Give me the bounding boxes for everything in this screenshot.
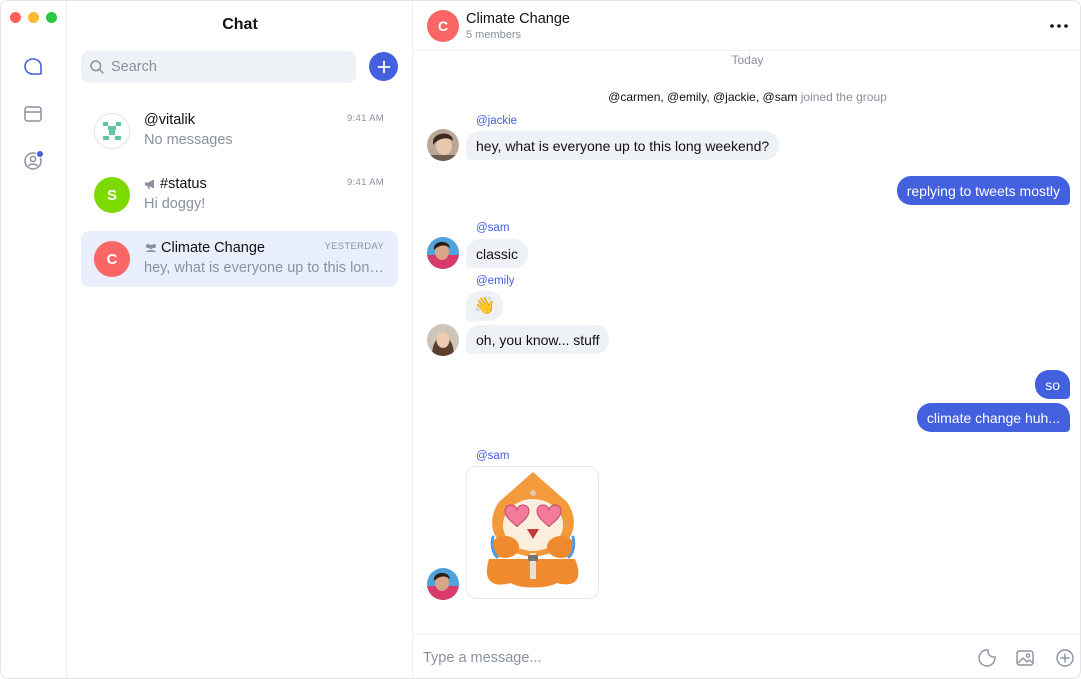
minimize-window-button[interactable] [28, 12, 39, 23]
avatar[interactable] [427, 129, 459, 161]
avatar[interactable] [427, 237, 459, 269]
chat-name: @vitalik [144, 112, 195, 128]
avatar [94, 113, 130, 149]
chat-list-panel: Chat Search @vitalik No messages 9:41 AM… [67, 1, 413, 678]
megaphone-icon [145, 179, 154, 189]
chat-name: #status [144, 176, 207, 192]
avatar: S [94, 177, 130, 213]
message-author[interactable]: @sam [476, 450, 509, 462]
search-input[interactable] [111, 59, 341, 75]
chat-name: Climate Change [144, 240, 265, 256]
sticker-button[interactable] [976, 647, 998, 669]
chat-app-window: Chat Search @vitalik No messages 9:41 AM… [0, 0, 1081, 679]
rail-wallet-button[interactable] [20, 101, 46, 127]
nav-rail [1, 1, 67, 678]
new-chat-button[interactable] [369, 52, 398, 81]
group-icon [146, 244, 156, 252]
user-photo-jackie [427, 129, 459, 161]
message-bubble-incoming: hey, what is everyone up to this long we… [466, 131, 780, 160]
sticker-icon [978, 649, 996, 667]
message-bubble-incoming: classic [466, 239, 529, 268]
user-photo-sam [427, 568, 459, 600]
message-bubble-emoji: 👋 [466, 291, 504, 321]
message-composer [413, 634, 1080, 678]
day-divider: Today [731, 53, 764, 67]
message-input[interactable] [423, 647, 943, 669]
plus-circle-icon [1056, 649, 1074, 667]
message-author[interactable]: @sam [476, 222, 509, 234]
robot-identicon [103, 122, 121, 140]
message-bubble-outgoing: so [1035, 370, 1070, 399]
chat-list-item[interactable]: @vitalik No messages 9:41 AM [81, 103, 398, 159]
rail-profile-button[interactable] [20, 148, 46, 174]
chat-bubble-icon [24, 58, 42, 75]
window-controls [10, 12, 57, 23]
image-button[interactable] [1014, 647, 1036, 669]
search-box[interactable] [81, 51, 356, 83]
group-avatar[interactable]: C [427, 10, 459, 42]
message-author[interactable]: @jackie [476, 115, 517, 127]
more-dots-icon [1050, 24, 1068, 28]
chat-list-item[interactable]: S #status Hi doggy! 9:41 AM [81, 167, 398, 223]
member-count: 5 members [466, 29, 522, 41]
conversation-panel: C Climate Change 5 members Today @carmen… [413, 1, 1080, 678]
conversation-title[interactable]: Climate Change [466, 11, 570, 27]
rail-chat-button[interactable] [20, 54, 46, 80]
chat-time: 9:41 AM [347, 177, 384, 188]
search-icon [90, 60, 104, 74]
joined-text: joined the group [800, 90, 887, 104]
image-icon [1016, 650, 1034, 666]
message-bubble-incoming: oh, you know... stuff [466, 325, 610, 354]
chat-preview: Hi doggy! [144, 196, 206, 212]
chat-time: 9:41 AM [347, 113, 384, 124]
maximize-window-button[interactable] [46, 12, 57, 23]
message-bubble-outgoing: climate change huh... [916, 403, 1070, 432]
chat-list-title: Chat [222, 16, 258, 33]
orange-creature-heart-eyes-sticker [486, 472, 579, 588]
conversation-header: C Climate Change 5 members [413, 1, 1080, 51]
chat-time: YESTERDAY [324, 241, 384, 252]
attach-button[interactable] [1054, 647, 1076, 669]
avatar: C [94, 241, 130, 277]
more-options-button[interactable] [1048, 15, 1070, 37]
chat-preview: No messages [144, 132, 233, 148]
wallet-icon [24, 106, 42, 122]
sticker-message[interactable] [466, 466, 599, 599]
notification-badge [36, 150, 44, 158]
user-photo-sam [427, 237, 459, 269]
message-bubble-outgoing: replying to tweets mostly [896, 176, 1070, 205]
chat-list-item-active[interactable]: C Climate Change hey, what is everyone u… [81, 231, 398, 287]
system-message: @carmen, @emily, @jackie, @sam joined th… [413, 90, 1080, 104]
chat-preview: hey, what is everyone up to this long we… [144, 260, 386, 276]
avatar[interactable] [427, 324, 459, 356]
joined-users: @carmen, @emily, @jackie, @sam [608, 90, 798, 104]
close-window-button[interactable] [10, 12, 21, 23]
user-photo-emily [427, 324, 459, 356]
plus-icon [377, 60, 390, 73]
message-author[interactable]: @emily [476, 275, 515, 287]
avatar[interactable] [427, 568, 459, 600]
